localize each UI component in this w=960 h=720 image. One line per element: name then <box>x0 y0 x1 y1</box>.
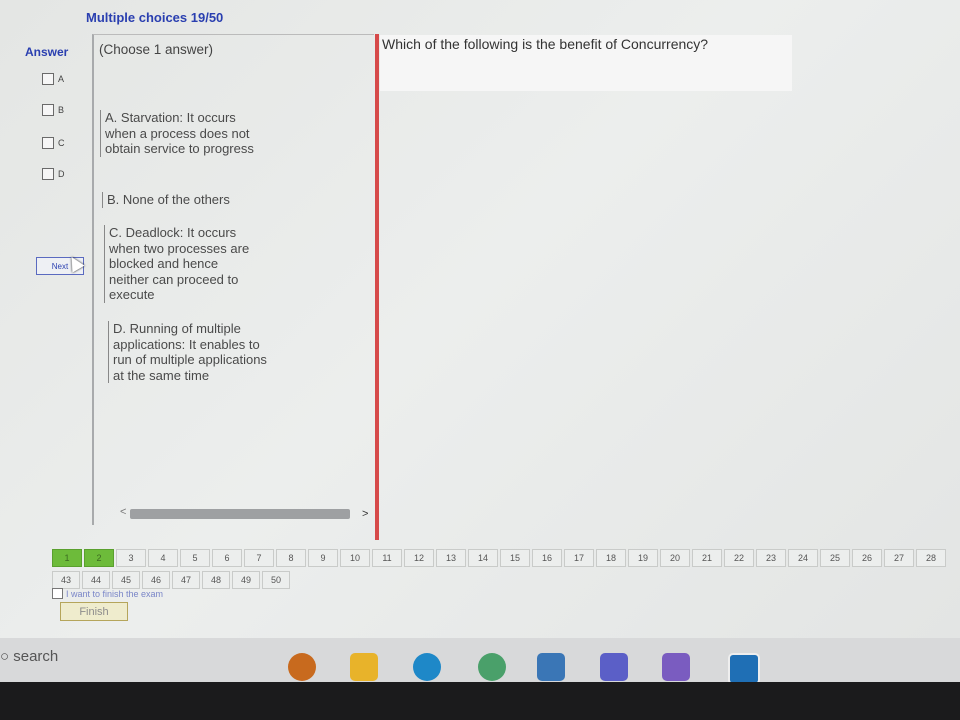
answer-option-label: C <box>58 138 65 148</box>
question-nav-button[interactable]: 2 <box>84 549 114 567</box>
question-nav-button[interactable]: 22 <box>724 549 754 567</box>
answer-option-c[interactable]: C <box>42 137 65 149</box>
question-nav-button[interactable]: 46 <box>142 571 170 589</box>
choice-c: C. Deadlock: It occurs when two processe… <box>104 225 259 303</box>
game-app-icon[interactable] <box>288 653 316 681</box>
question-nav-button[interactable]: 6 <box>212 549 242 567</box>
question-nav-button[interactable]: 19 <box>628 549 658 567</box>
answer-option-label: B <box>58 105 65 115</box>
question-nav-button[interactable]: 50 <box>262 571 290 589</box>
question-nav-button[interactable]: 15 <box>500 549 530 567</box>
choice-b: B. None of the others <box>102 192 257 208</box>
question-nav-button[interactable]: 1 <box>52 549 82 567</box>
checkbox-a[interactable] <box>42 73 54 85</box>
scroll-thumb[interactable] <box>130 509 350 519</box>
question-nav-button[interactable]: 23 <box>756 549 786 567</box>
question-nav-button[interactable]: 26 <box>852 549 882 567</box>
choose-hint: (Choose 1 answer) <box>99 42 214 57</box>
question-nav-button[interactable]: 43 <box>52 571 80 589</box>
answer-option-label: A <box>58 74 65 84</box>
panel-divider[interactable] <box>375 34 379 540</box>
question-nav-button[interactable]: 11 <box>372 549 402 567</box>
remote-desktop-icon[interactable] <box>728 653 760 685</box>
answer-label: Answer <box>25 45 69 59</box>
scroll-right-icon[interactable]: > <box>362 508 368 520</box>
scroll-left-icon[interactable]: < <box>120 506 126 518</box>
visual-studio-icon[interactable] <box>662 653 690 681</box>
taskbar-search-label: search <box>13 648 59 665</box>
finish-button[interactable]: Finish <box>60 602 128 621</box>
choice-d: D. Running of multiple applications: It … <box>108 321 273 383</box>
monitor-bezel <box>0 682 960 720</box>
question-nav-button[interactable]: 45 <box>112 571 140 589</box>
checkbox-b[interactable] <box>42 104 54 116</box>
question-nav-button[interactable]: 47 <box>172 571 200 589</box>
question-nav-row-2: 43 44 45 46 47 48 49 50 <box>52 571 290 589</box>
question-nav-button[interactable]: 14 <box>468 549 498 567</box>
app-icon[interactable] <box>478 653 506 681</box>
question-nav-button[interactable]: 28 <box>916 549 946 567</box>
finish-checkbox-box[interactable] <box>52 588 63 599</box>
checkbox-c[interactable] <box>42 137 54 149</box>
question-nav-button[interactable]: 13 <box>436 549 466 567</box>
answer-option-a[interactable]: A <box>42 73 64 85</box>
question-nav-button[interactable]: 44 <box>82 571 110 589</box>
edge-browser-icon[interactable] <box>413 653 441 681</box>
checkbox-d[interactable] <box>42 168 54 180</box>
answer-option-b[interactable]: B <box>42 104 64 116</box>
question-nav-button[interactable]: 10 <box>340 549 370 567</box>
answer-option-label: D <box>58 169 65 179</box>
question-nav-button[interactable]: 27 <box>884 549 914 567</box>
question-nav-button[interactable]: 16 <box>532 549 562 567</box>
choice-a: A. Starvation: It occurs when a process … <box>100 110 255 157</box>
question-nav-button[interactable]: 18 <box>596 549 626 567</box>
finish-checkbox-label: I want to finish the exam <box>66 588 164 599</box>
question-nav-button[interactable]: 24 <box>788 549 818 567</box>
teams-icon[interactable] <box>600 653 628 681</box>
file-explorer-icon[interactable] <box>350 653 378 681</box>
question-text: Which of the following is the benefit of… <box>380 35 792 91</box>
horizontal-scrollbar[interactable]: < > <box>120 506 368 520</box>
question-nav-button[interactable]: 3 <box>116 549 146 567</box>
question-nav-button[interactable]: 20 <box>660 549 690 567</box>
question-nav-button[interactable]: 21 <box>692 549 722 567</box>
question-nav-button[interactable]: 4 <box>148 549 178 567</box>
question-nav-button[interactable]: 17 <box>564 549 594 567</box>
taskbar-search[interactable]: ○ search <box>0 648 58 665</box>
question-nav-button[interactable]: 9 <box>308 549 338 567</box>
finish-exam-checkbox[interactable]: I want to finish the exam <box>52 588 163 599</box>
question-nav-button[interactable]: 48 <box>202 571 230 589</box>
question-nav-button[interactable]: 8 <box>276 549 306 567</box>
question-nav-button[interactable]: 25 <box>820 549 850 567</box>
question-nav-button[interactable]: 7 <box>244 549 274 567</box>
question-nav-row-1: 1 2 3 4 5 6 7 8 9 10 11 12 13 14 15 16 17 18 19 20 21 22 23 24 2… <box>52 549 946 567</box>
exam-title: Multiple choices 19/50 <box>86 10 224 25</box>
question-nav-button[interactable]: 5 <box>180 549 210 567</box>
question-nav-button[interactable]: 12 <box>404 549 434 567</box>
answer-option-d[interactable]: D <box>42 168 65 180</box>
question-nav-button[interactable]: 49 <box>232 571 260 589</box>
3d-box-icon[interactable] <box>537 653 565 681</box>
